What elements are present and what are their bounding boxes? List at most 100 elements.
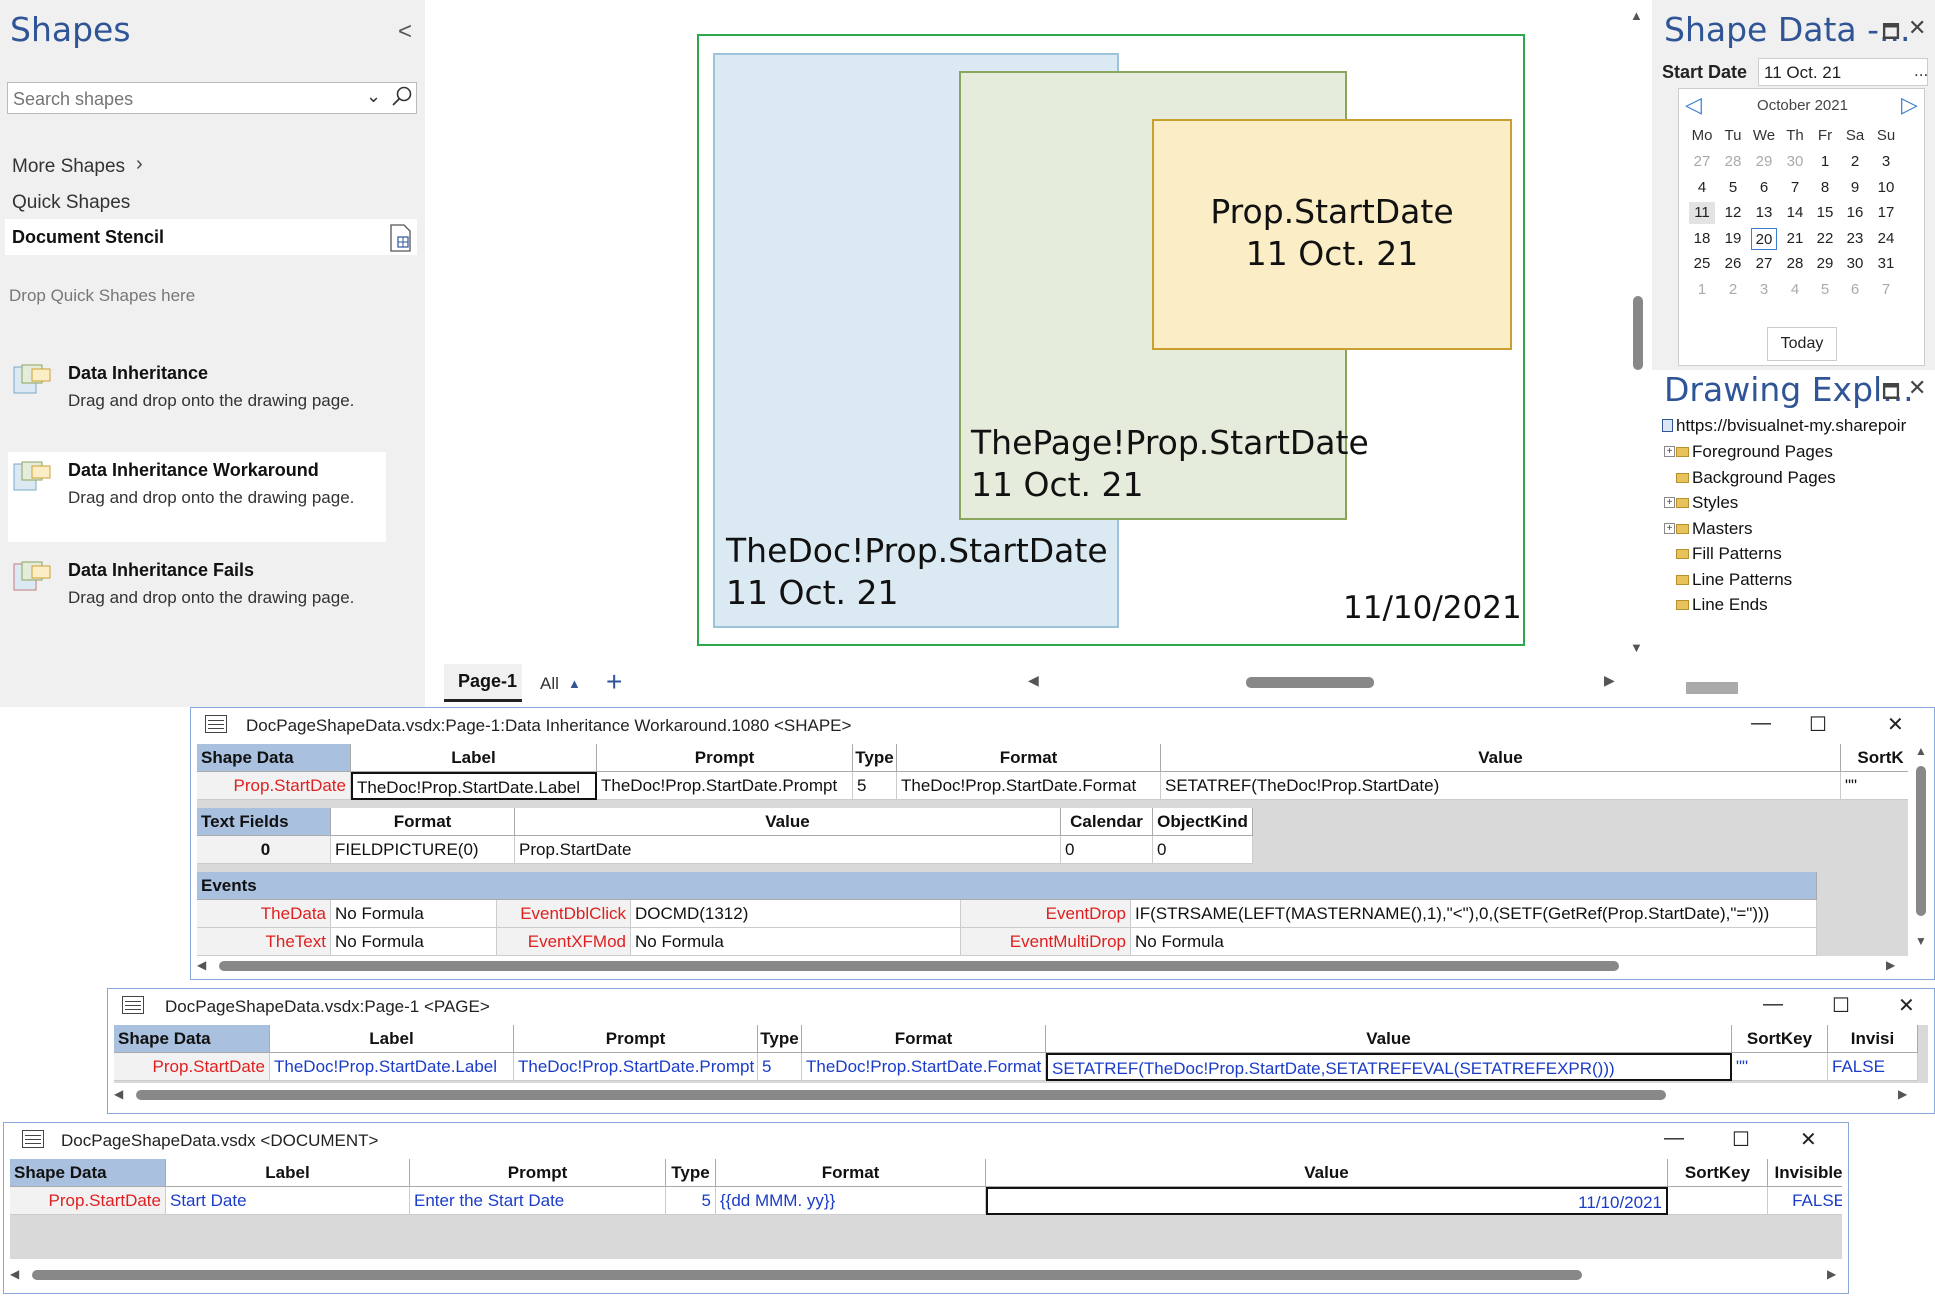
scroll-right-icon[interactable]: ▶: [1604, 672, 1615, 689]
quick-shapes-link[interactable]: Quick Shapes: [12, 192, 130, 214]
scroll-left-icon[interactable]: ◀: [197, 958, 206, 972]
calendar-day[interactable]: 3: [1751, 279, 1777, 301]
cell[interactable]: No Formula: [631, 928, 961, 956]
maximize-icon[interactable]: 🗖: [1882, 18, 1900, 50]
add-page-icon[interactable]: +: [606, 666, 622, 698]
document-stencil-row[interactable]: Document Stencil: [5, 219, 417, 255]
calendar-day[interactable]: 25: [1689, 253, 1715, 275]
scroll-left-icon[interactable]: ◀: [1028, 672, 1039, 689]
caret-up-icon[interactable]: ▲: [568, 676, 581, 691]
calendar-day[interactable]: 1: [1812, 151, 1838, 173]
vertical-scroll-thumb[interactable]: [1916, 766, 1926, 916]
calendar-day[interactable]: 10: [1873, 177, 1899, 199]
calendar-day[interactable]: 3: [1873, 151, 1899, 173]
more-shapes-link[interactable]: More Shapes: [12, 156, 125, 178]
collapse-pane-icon[interactable]: <: [398, 18, 412, 46]
calendar-day[interactable]: 7: [1782, 177, 1808, 199]
search-icon[interactable]: [390, 85, 414, 109]
explorer-item[interactable]: Fill Patterns: [1692, 544, 1782, 564]
explorer-item[interactable]: Masters: [1692, 519, 1752, 539]
maximize-icon[interactable]: ☐: [1809, 712, 1827, 737]
calendar-day[interactable]: 12: [1720, 202, 1746, 224]
today-button[interactable]: Today: [1767, 327, 1837, 361]
calendar-day[interactable]: 18: [1689, 228, 1715, 250]
explorer-root[interactable]: https://bvisualnet-my.sharepoir: [1662, 416, 1906, 436]
explorer-item[interactable]: Line Ends: [1692, 595, 1768, 615]
calendar-day[interactable]: 27: [1751, 253, 1777, 275]
horizontal-scroll-thumb[interactable]: [32, 1270, 1582, 1280]
calendar-day[interactable]: 24: [1873, 228, 1899, 250]
close-icon[interactable]: ✕: [1887, 712, 1904, 737]
cell[interactable]: TheDoc!Prop.StartDate.Format: [802, 1053, 1046, 1081]
vertical-scrollbar[interactable]: ▲ ▼: [1912, 744, 1930, 954]
minimize-icon[interactable]: —: [1763, 993, 1783, 1016]
calendar-day[interactable]: 22: [1812, 228, 1838, 250]
cell[interactable]: 5: [853, 772, 897, 800]
calendar-day[interactable]: 1: [1689, 279, 1715, 301]
scroll-up-icon[interactable]: ▲: [1915, 744, 1927, 758]
scroll-left-icon[interactable]: ◀: [114, 1087, 123, 1101]
calendar-day[interactable]: 6: [1751, 177, 1777, 199]
close-icon[interactable]: ✕: [1908, 375, 1926, 401]
calendar-day[interactable]: 11: [1689, 202, 1715, 224]
cell[interactable]: 0: [1153, 836, 1253, 864]
maximize-icon[interactable]: ☐: [1832, 993, 1850, 1018]
search-box[interactable]: ⌄: [7, 82, 417, 114]
cell[interactable]: [1668, 1187, 1768, 1215]
cell[interactable]: 5: [666, 1187, 716, 1215]
close-icon[interactable]: ✕: [1908, 15, 1926, 41]
calendar-day[interactable]: 21: [1782, 228, 1808, 250]
maximize-icon[interactable]: 🗖: [1882, 378, 1900, 410]
calendar-day[interactable]: 8: [1812, 177, 1838, 199]
calendar-day[interactable]: 19: [1720, 228, 1746, 250]
close-icon[interactable]: ✕: [1800, 1127, 1817, 1152]
cell[interactable]: SETATREF(TheDoc!Prop.StartDate): [1161, 772, 1841, 800]
cell[interactable]: TheDoc!Prop.StartDate.Label: [270, 1053, 514, 1081]
tab-all[interactable]: All: [540, 674, 559, 694]
cell[interactable]: SETATREF(TheDoc!Prop.StartDate,SETATREFE…: [1046, 1053, 1732, 1081]
more-options-icon[interactable]: ...: [1914, 61, 1928, 81]
maximize-icon[interactable]: ☐: [1732, 1127, 1750, 1152]
horizontal-scroll-thumb[interactable]: [219, 961, 1619, 971]
explorer-item[interactable]: Background Pages: [1692, 468, 1836, 488]
horizontal-scroll-thumb[interactable]: [136, 1090, 1666, 1100]
cell[interactable]: No Formula: [331, 928, 497, 956]
vertical-scrollbar[interactable]: ▲ ▼: [1625, 0, 1650, 660]
calendar-day[interactable]: 23: [1842, 228, 1868, 250]
cell[interactable]: No Formula: [1131, 928, 1817, 956]
scroll-down-icon[interactable]: ▼: [1630, 640, 1643, 655]
scroll-right-icon[interactable]: ▶: [1827, 1267, 1836, 1281]
cell[interactable]: "": [1732, 1053, 1828, 1081]
minimize-icon[interactable]: —: [1751, 712, 1771, 735]
calendar-day[interactable]: 6: [1842, 279, 1868, 301]
cell[interactable]: Prop.StartDate: [515, 836, 1061, 864]
horizontal-scrollbar[interactable]: ◀ ▶: [1028, 672, 1618, 692]
cell[interactable]: TheDoc!Prop.StartDate.Format: [897, 772, 1161, 800]
calendar-day[interactable]: 14: [1782, 202, 1808, 224]
cell[interactable]: TheDoc!Prop.StartDate.Label: [351, 772, 597, 800]
cell[interactable]: FALSE: [1768, 1187, 1842, 1215]
scroll-right-icon[interactable]: ▶: [1898, 1087, 1907, 1101]
cell[interactable]: Enter the Start Date: [410, 1187, 666, 1215]
calendar-day[interactable]: 7: [1873, 279, 1899, 301]
expand-icon[interactable]: +: [1664, 446, 1675, 457]
cell[interactable]: 5: [758, 1053, 802, 1081]
horizontal-scrollbar[interactable]: ◀ ▶: [4, 1265, 1848, 1285]
calendar-day[interactable]: 28: [1720, 151, 1746, 173]
minimize-icon[interactable]: —: [1664, 1127, 1684, 1150]
explorer-item[interactable]: Line Patterns: [1692, 570, 1792, 590]
calendar-day[interactable]: 4: [1689, 177, 1715, 199]
start-date-field[interactable]: 11 Oct. 21 ...: [1758, 58, 1928, 86]
cell[interactable]: FALSE: [1828, 1053, 1918, 1081]
cell[interactable]: "": [1841, 772, 1908, 800]
cell[interactable]: 0: [1061, 836, 1153, 864]
calendar-day[interactable]: 31: [1873, 253, 1899, 275]
calendar-day[interactable]: 27: [1689, 151, 1715, 173]
next-month-icon[interactable]: ▷: [1901, 92, 1918, 118]
cell[interactable]: FIELDPICTURE(0): [331, 836, 515, 864]
calendar-day[interactable]: 13: [1751, 202, 1777, 224]
horizontal-scrollbar[interactable]: ◀ ▶: [191, 956, 1908, 976]
master-item[interactable]: Data Inheritance Fails Drag and drop ont…: [8, 552, 386, 642]
calendar-day[interactable]: 16: [1842, 202, 1868, 224]
expand-icon[interactable]: +: [1664, 522, 1675, 534]
